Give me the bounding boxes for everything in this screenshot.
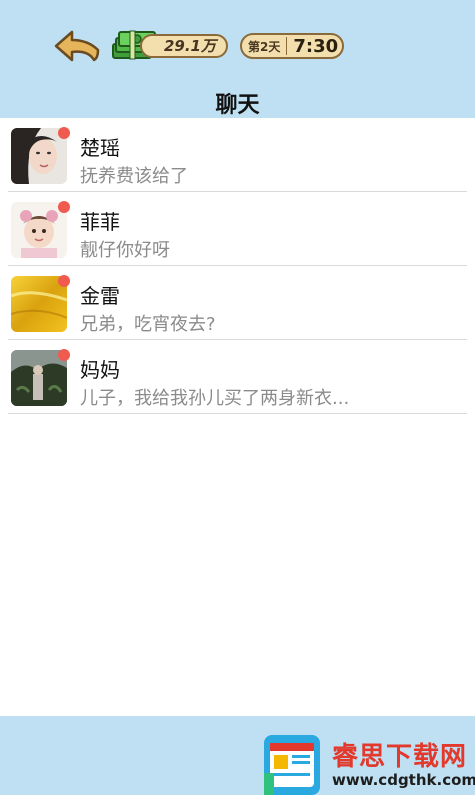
watermark-text: 睿思下载网 — [332, 742, 468, 772]
day-time-display: 第2天 7:30 — [240, 33, 344, 59]
unread-badge — [58, 127, 70, 139]
time-label: 7:30 — [293, 35, 339, 57]
message-preview: 靓仔你好呀 — [80, 240, 170, 261]
back-arrow-icon[interactable] — [52, 28, 102, 64]
contact-name: 金雷 — [80, 284, 120, 308]
unread-badge — [58, 201, 70, 213]
page-title: 聊天 — [215, 93, 260, 118]
chat-item-feifei[interactable]: 菲菲 靓仔你好呀 — [0, 192, 475, 266]
watermark-url: www.cdgthk.com — [332, 771, 475, 789]
money-counter: 29.1万 — [140, 34, 228, 58]
chat-item-jinlei[interactable]: 金雷 兄弟，吃宵夜去? — [0, 266, 475, 340]
message-preview: 儿子，我给我孙儿买了两身新衣... — [80, 388, 350, 409]
message-preview: 抚养费该给了 — [80, 166, 188, 187]
watermark-logo — [264, 735, 320, 795]
divider — [8, 413, 467, 414]
contact-name: 妈妈 — [80, 358, 120, 382]
day-label: 第2天 — [248, 39, 281, 54]
contact-name: 楚瑶 — [80, 136, 120, 160]
message-preview: 兄弟，吃宵夜去? — [80, 314, 216, 335]
top-bar: 29.1万 第2天 7:30 聊天 — [0, 0, 475, 118]
chat-list: 楚瑶 抚养费该给了 菲菲 靓仔你好呀 金雷 兄弟，吃宵夜去? 妈妈 儿子，我给我… — [0, 118, 475, 716]
divider — [286, 37, 288, 55]
contact-name: 菲菲 — [80, 210, 120, 234]
chat-item-chuyao[interactable]: 楚瑶 抚养费该给了 — [0, 118, 475, 192]
unread-badge — [58, 275, 70, 287]
chat-item-mama[interactable]: 妈妈 儿子，我给我孙儿买了两身新衣... — [0, 340, 475, 414]
unread-badge — [58, 349, 70, 361]
